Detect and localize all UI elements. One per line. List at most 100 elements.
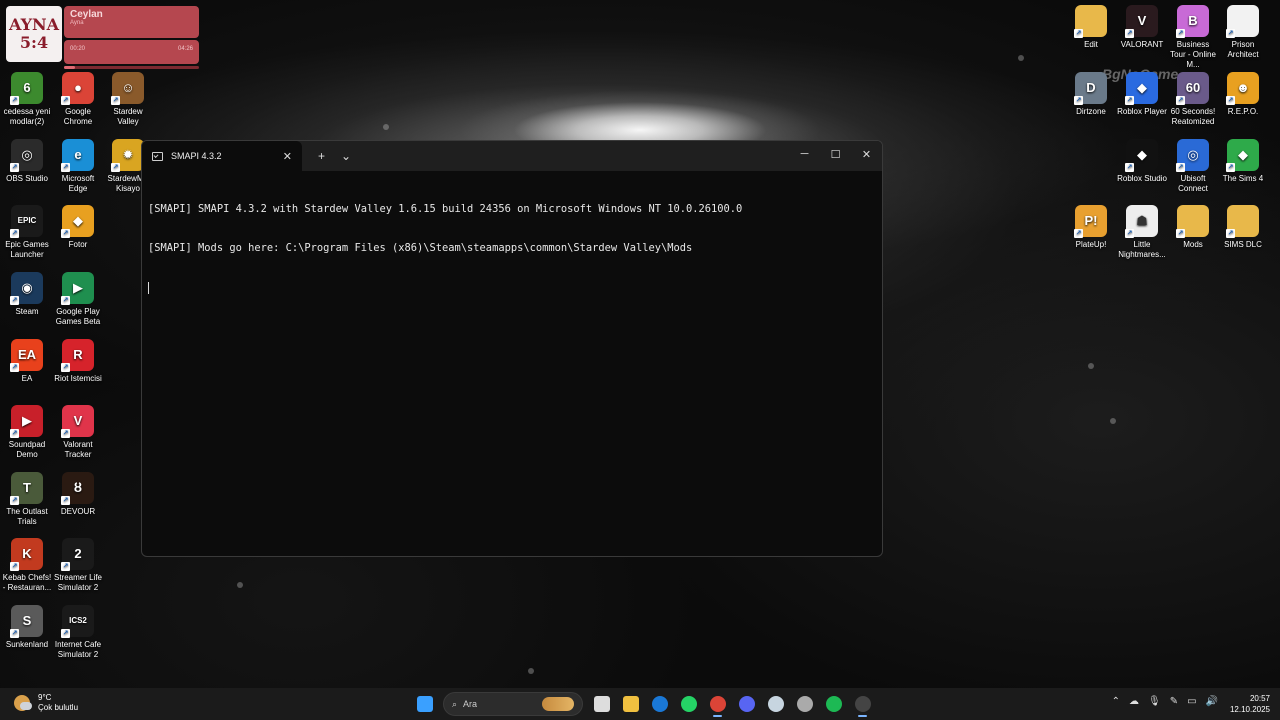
devour-icon: ȣ ↗	[61, 472, 94, 505]
desktop-shortcut[interactable]: T ↗ The Outlast Trials	[2, 472, 52, 527]
task-view-icon[interactable]	[587, 691, 616, 717]
weather-cloudy-icon	[14, 695, 32, 711]
steam-helper-icon[interactable]	[790, 691, 819, 717]
desktop-shortcut[interactable]: ◆ ↗ Fotor	[53, 205, 103, 250]
desktop-shortcut-label: 60 Seconds! Reatomized	[1170, 107, 1216, 126]
desktop-shortcut[interactable]: ◎ ↗ OBS Studio	[2, 139, 52, 184]
desktop-shortcut[interactable]: K ↗ Kebab Chefs! - Restauran...	[2, 538, 52, 593]
microphone-icon[interactable]: 🎙	[1148, 696, 1161, 707]
clock-date: 12.10.2025	[1229, 705, 1270, 714]
playback-progress-bar[interactable]	[64, 66, 199, 69]
desktop-shortcut-label: EA	[21, 374, 33, 383]
desktop-shortcut[interactable]: 2 ↗ Streamer Life Simulator 2	[53, 538, 103, 593]
clock[interactable]: 20:57 12.10.2025	[1230, 693, 1270, 715]
sims4-icon: ◆ ↗	[1226, 139, 1259, 172]
desktop-shortcut[interactable]: V ↗ Valorant Tracker	[53, 405, 103, 460]
shortcut-arrow-icon: ↗	[10, 496, 19, 505]
desktop-shortcut[interactable]: EA ↗ EA	[2, 339, 52, 384]
desktop-shortcut[interactable]: ☗ ↗ Little Nightmares...	[1117, 205, 1167, 260]
desktop-shortcut[interactable]: EPIC ↗ Epic Games Launcher	[2, 205, 52, 260]
desktop-shortcut[interactable]: ● ↗ Google Chrome	[53, 72, 103, 127]
sunkenland-icon: S ↗	[10, 605, 43, 638]
stardew-valley-icon: ☺ ↗	[111, 72, 144, 105]
desktop-shortcut[interactable]: D ↗ Dirtzone	[1066, 72, 1116, 117]
streamer-life-icon: 2 ↗	[61, 538, 94, 571]
desktop-shortcut[interactable]: e ↗ Microsoft Edge	[53, 139, 103, 194]
desktop-shortcut-label: Microsoft Edge	[61, 174, 95, 193]
desktop-shortcut-label: R.E.P.O.	[1227, 107, 1259, 116]
close-tab-icon[interactable]: ✕	[283, 150, 292, 163]
taskbar-apps: ⌕ Ara	[410, 691, 877, 717]
search-input[interactable]: ⌕ Ara	[443, 692, 583, 716]
desktop-shortcut[interactable]: ◆ ↗ Roblox Player	[1117, 72, 1167, 117]
shortcut-arrow-icon: ↗	[61, 229, 70, 238]
desktop-shortcut[interactable]: ☺ ↗ Stardew Valley	[103, 72, 153, 127]
business-tour-icon: B ↗	[1176, 5, 1209, 38]
chrome-icon[interactable]	[703, 691, 732, 717]
desktop-shortcut[interactable]: V ↗ VALORANT	[1117, 5, 1167, 50]
music-widget[interactable]: AYNA 5:4 Ceylan Ayna 00:20 04:26	[6, 6, 199, 69]
outlook-icon[interactable]	[645, 691, 674, 717]
repo-icon: ☻ ↗	[1226, 72, 1259, 105]
desktop-shortcut[interactable]: ◎ ↗ Ubisoft Connect	[1168, 139, 1218, 194]
desktop-shortcut[interactable]: ↗ Mods	[1168, 205, 1218, 250]
tab-title: SMAPI 4.3.2	[171, 151, 222, 161]
desktop-shortcut[interactable]: ◆ ↗ The Sims 4	[1218, 139, 1268, 184]
desktop-shortcut[interactable]: ▶ ↗ Google Play Games Beta	[53, 272, 103, 327]
discord-icon[interactable]	[732, 691, 761, 717]
pen-icon[interactable]: ✎	[1170, 696, 1178, 707]
file-explorer-icon[interactable]	[616, 691, 645, 717]
terminal-icon[interactable]	[848, 691, 877, 717]
desktop-shortcut[interactable]: ◉ ↗ Steam	[2, 272, 52, 317]
whatsapp-icon[interactable]	[674, 691, 703, 717]
valorant-icon: V ↗	[1125, 5, 1158, 38]
desktop-shortcut[interactable]: S ↗ Sunkenland	[2, 605, 52, 650]
shortcut-arrow-icon: ↗	[10, 96, 19, 105]
background-star	[237, 582, 243, 588]
desktop-shortcut[interactable]: ↗ Prison Architect	[1218, 5, 1268, 60]
desktop-shortcut[interactable]: B ↗ Business Tour - Online M...	[1168, 5, 1218, 70]
now-playing-card[interactable]: Ceylan Ayna	[64, 6, 199, 38]
folder-thumbnail-icon: 6 ↗	[10, 72, 43, 105]
weather-widget[interactable]: 9°C Çok bulutlu	[14, 693, 78, 713]
desktop-shortcut[interactable]: ↗ Edit	[1066, 5, 1116, 50]
shortcut-arrow-icon: ↗	[10, 629, 19, 638]
volume-icon[interactable]: 🔊	[1206, 696, 1218, 707]
terminal-window[interactable]: SMAPI 4.3.2 ✕ + ⌄ ─ ☐ ✕ [SMAPI] SMAPI 4.…	[141, 140, 883, 557]
desktop-shortcut[interactable]: ◆ ↗ Roblox Studio	[1117, 139, 1167, 184]
shortcut-arrow-icon: ↗	[1226, 163, 1235, 172]
network-icon[interactable]: ▭	[1187, 696, 1196, 707]
outlast-trials-icon: T ↗	[10, 472, 43, 505]
desktop-shortcut[interactable]: ICS2 ↗ Internet Cafe Simulator 2	[53, 605, 103, 660]
desktop-shortcut-label: Fotor	[68, 240, 88, 249]
chevron-down-icon[interactable]: ⌄	[341, 149, 351, 163]
shortcut-arrow-icon: ↗	[1176, 163, 1185, 172]
cloud-icon[interactable]: ☁	[1129, 696, 1139, 707]
shortcut-arrow-icon: ↗	[61, 96, 70, 105]
desktop-shortcut[interactable]: R ↗ Riot Istemcisi	[53, 339, 103, 384]
desktop-shortcut[interactable]: 6 ↗ cedessa yeni modlar(2)	[2, 72, 52, 127]
desktop-shortcut[interactable]: ▶ ↗ Soundpad Demo	[2, 405, 52, 460]
terminal-tab[interactable]: SMAPI 4.3.2 ✕	[142, 141, 302, 171]
desktop-shortcut-label: Little Nightmares...	[1118, 240, 1166, 259]
start-button[interactable]	[410, 691, 439, 717]
album-art[interactable]: AYNA 5:4	[6, 6, 62, 62]
discord-icon-glyph	[738, 696, 755, 712]
shortcut-arrow-icon: ↗	[1176, 96, 1185, 105]
spotify-icon[interactable]	[819, 691, 848, 717]
chevron-up-icon[interactable]: ⌃	[1112, 696, 1120, 707]
desktop-shortcut[interactable]: ☻ ↗ R.E.P.O.	[1218, 72, 1268, 117]
desktop-shortcut[interactable]: ↗ SIMS DLC	[1218, 205, 1268, 250]
shortcut-arrow-icon: ↗	[1176, 29, 1185, 38]
minimize-button[interactable]: ─	[789, 141, 820, 167]
desktop-shortcut-label: PlateUp!	[1075, 240, 1107, 249]
desktop-shortcut[interactable]: ȣ ↗ DEVOUR	[53, 472, 103, 517]
desktop-shortcut[interactable]: P! ↗ PlateUp!	[1066, 205, 1116, 250]
steam-icon[interactable]	[761, 691, 790, 717]
terminal-output[interactable]: [SMAPI] SMAPI 4.3.2 with Stardew Valley …	[142, 171, 882, 330]
terminal-titlebar[interactable]: SMAPI 4.3.2 ✕ + ⌄ ─ ☐ ✕	[142, 141, 882, 171]
new-tab-button[interactable]: +	[318, 149, 325, 163]
desktop-shortcut[interactable]: 60 ↗ 60 Seconds! Reatomized	[1168, 72, 1218, 127]
close-button[interactable]: ✕	[851, 141, 882, 167]
maximize-button[interactable]: ☐	[820, 141, 851, 167]
